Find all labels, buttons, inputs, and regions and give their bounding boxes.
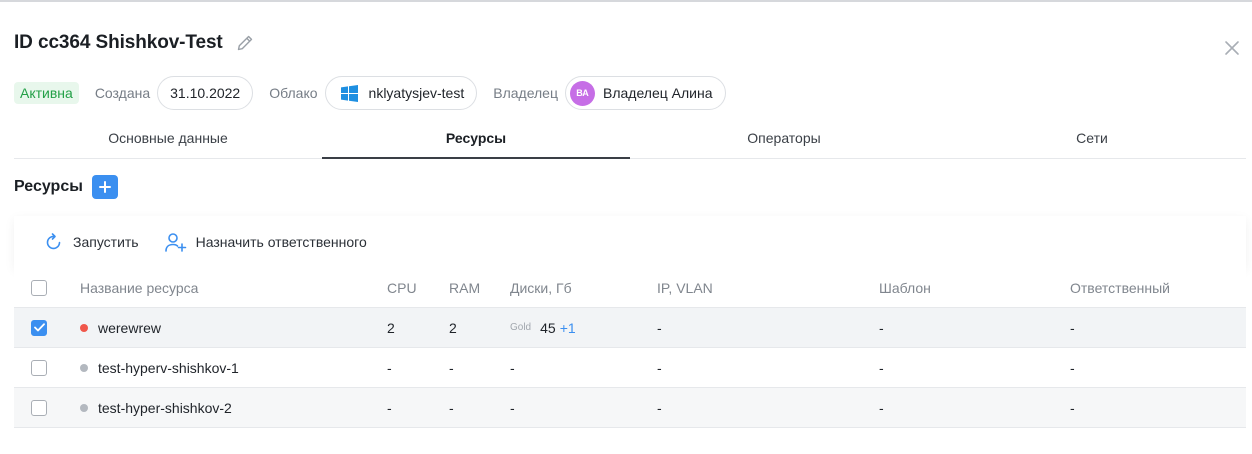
row-checkbox[interactable] [31, 319, 47, 336]
resource-name[interactable]: werewrew [98, 320, 161, 336]
column-header-template[interactable]: Шаблон [879, 268, 931, 307]
ram-value: 2 [449, 319, 457, 336]
table-row[interactable]: werewrew 2 2 Gold 45 +1 - - - [14, 308, 1246, 348]
cpu-value: 2 [387, 319, 395, 336]
resources-table: Название ресурса CPU RAM Диски, Гб IP, V… [14, 268, 1246, 428]
avatar: ВА [570, 80, 595, 106]
tab-networks[interactable]: Сети [938, 118, 1246, 158]
template-value: - [879, 399, 884, 416]
status-dot [80, 363, 88, 372]
owner-label: Владелец [493, 85, 558, 101]
cpu-value: - [387, 399, 392, 416]
disk-extra-count[interactable]: +1 [560, 320, 576, 336]
column-header-cpu[interactable]: CPU [387, 268, 417, 307]
refresh-icon [44, 232, 64, 252]
row-checkbox[interactable] [31, 399, 47, 416]
disk-tier: Gold [510, 322, 532, 333]
section-header: Ресурсы [14, 175, 118, 199]
meta-row: Активна Создана 31.10.2022 Облако nklyat… [14, 76, 742, 110]
start-button[interactable]: Запустить [44, 232, 139, 252]
owner-name: Владелец Алина [603, 85, 713, 101]
created-date-pill: 31.10.2022 [157, 76, 254, 110]
cloud-label: Облако [269, 85, 318, 101]
column-header-ram[interactable]: RAM [449, 268, 480, 307]
column-header-ip[interactable]: IP, VLAN [657, 268, 713, 307]
pencil-icon[interactable] [235, 33, 255, 53]
disks-value: - [510, 359, 515, 376]
assign-label: Назначить ответственного [195, 234, 367, 250]
owner-pill[interactable]: ВА Владелец Алина [565, 76, 726, 110]
check-icon [33, 323, 45, 332]
status-dot [80, 323, 88, 332]
created-label: Создана [94, 85, 151, 101]
table-row[interactable]: test-hyper-shishkov-2 - - - - - - [14, 388, 1246, 428]
toolbar: Запустить Назначить ответственного [14, 216, 1246, 268]
ram-value: - [449, 399, 454, 416]
cpu-value: - [387, 359, 392, 376]
row-checkbox[interactable] [31, 359, 47, 376]
section-title: Ресурсы [14, 178, 83, 195]
table-header: Название ресурса CPU RAM Диски, Гб IP, V… [14, 268, 1246, 308]
windows-icon [340, 84, 358, 102]
plus-icon [98, 181, 111, 193]
column-header-disks[interactable]: Диски, Гб [510, 268, 572, 307]
responsible-value: - [1070, 399, 1075, 416]
assign-responsible-button[interactable]: Назначить ответственного [164, 232, 367, 252]
template-value: - [879, 319, 884, 336]
add-user-icon [164, 232, 187, 252]
start-label: Запустить [73, 234, 139, 250]
tabs: Основные данные Ресурсы Операторы Сети [14, 118, 1246, 159]
ip-value: - [657, 399, 662, 416]
cloud-name: nklyatysjev-test [368, 85, 465, 101]
created-date: 31.10.2022 [170, 85, 241, 101]
tab-operators[interactable]: Операторы [630, 118, 938, 158]
ram-value: - [449, 359, 454, 376]
select-all-checkbox[interactable] [31, 279, 47, 296]
status-dot [80, 403, 88, 412]
table-row[interactable]: test-hyperv-shishkov-1 - - - - - - [14, 348, 1246, 388]
template-value: - [879, 359, 884, 376]
ip-value: - [657, 359, 662, 376]
resource-name[interactable]: test-hyper-shishkov-2 [98, 400, 232, 416]
status-badge: Активна [14, 82, 79, 104]
close-icon[interactable] [1224, 40, 1240, 56]
disks-value: - [510, 399, 515, 416]
responsible-value: - [1070, 319, 1075, 336]
responsible-value: - [1070, 359, 1075, 376]
ip-value: - [657, 319, 662, 336]
column-header-responsible[interactable]: Ответственный [1070, 268, 1170, 307]
page-title: ID cc364 Shishkov-Test [14, 32, 223, 53]
disk-value: 45 [540, 319, 556, 336]
add-resource-button[interactable] [91, 175, 118, 199]
header: ID cc364 Shishkov-Test [14, 32, 255, 54]
column-header-name[interactable]: Название ресурса [80, 268, 198, 307]
tab-main-data[interactable]: Основные данные [14, 118, 322, 158]
cloud-pill[interactable]: nklyatysjev-test [324, 76, 478, 110]
tab-resources[interactable]: Ресурсы [322, 118, 630, 159]
resource-name[interactable]: test-hyperv-shishkov-1 [98, 360, 239, 376]
